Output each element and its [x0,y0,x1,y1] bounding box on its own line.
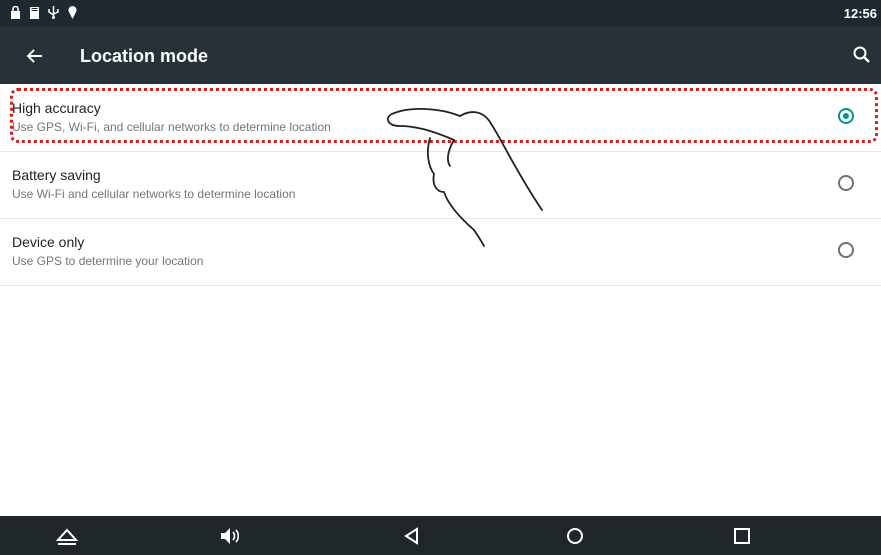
volume-button[interactable] [218,524,242,548]
radio-button[interactable] [838,242,854,258]
search-icon [853,46,870,63]
recents-square-icon [734,528,750,544]
app-bar: Location mode [0,27,881,84]
option-description: Use Wi-Fi and cellular networks to deter… [12,187,296,201]
option-description: Use GPS to determine your location [12,254,204,268]
eject-button[interactable] [55,524,79,548]
back-nav-button[interactable] [400,524,424,548]
option-device-only[interactable]: Device only Use GPS to determine your lo… [0,218,881,286]
location-pin-icon [68,6,77,19]
arrow-back-icon [26,49,42,63]
page-title: Location mode [80,46,209,66]
radio-button-selected[interactable] [838,108,854,124]
status-bar: 12:56 [0,0,881,27]
status-time: 12:56 [843,6,877,21]
home-circle-icon [567,528,583,544]
volume-icon [221,528,240,544]
back-button[interactable] [22,43,48,69]
lock-icon [10,6,21,19]
usb-icon [48,6,59,19]
status-icons [10,6,77,19]
option-title: High accuracy [12,100,101,116]
recents-button[interactable] [730,524,754,548]
option-title: Device only [12,234,85,250]
sd-card-icon [30,6,39,19]
radio-button[interactable] [838,175,854,191]
back-triangle-icon [404,527,418,545]
option-description: Use GPS, Wi-Fi, and cellular networks to… [12,120,331,134]
option-title: Battery saving [12,167,101,183]
option-battery-saving[interactable]: Battery saving Use Wi-Fi and cellular ne… [0,151,881,219]
option-high-accuracy[interactable]: High accuracy Use GPS, Wi-Fi, and cellul… [0,84,881,152]
search-button[interactable] [851,44,873,66]
home-button[interactable] [563,524,587,548]
navigation-bar [0,516,881,555]
eject-icon [55,528,79,545]
